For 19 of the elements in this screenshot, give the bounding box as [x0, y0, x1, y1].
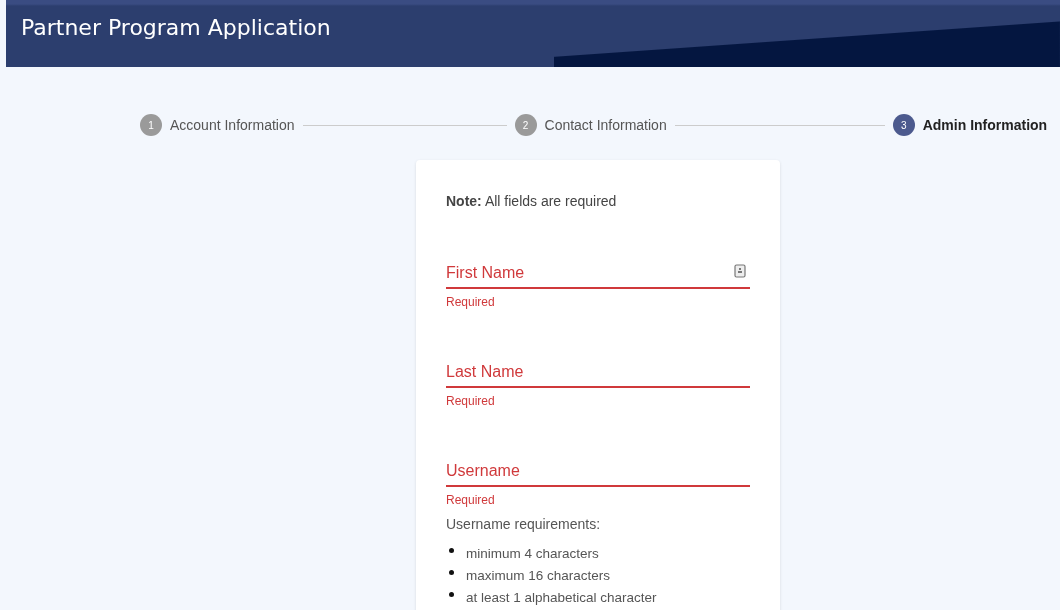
bullet-icon: [449, 547, 454, 553]
bullet-icon: [449, 569, 454, 575]
requirement-text: at least 1 alphabetical character: [466, 589, 657, 605]
step-label[interactable]: Contact Information: [544, 117, 667, 133]
step-label[interactable]: Account Information: [170, 117, 295, 133]
bullet-icon: [449, 591, 454, 597]
page-title: Partner Program Application: [21, 15, 331, 40]
error-message: Required: [446, 493, 496, 507]
input-field[interactable]: Last Name: [446, 357, 750, 388]
step-number[interactable]: 3: [892, 114, 915, 136]
requirement-text: minimum 4 characters: [466, 545, 599, 561]
input-field[interactable]: Username: [446, 456, 750, 487]
note-text: Note: All fields are required: [446, 193, 618, 209]
contact-card-icon[interactable]: [734, 264, 746, 278]
error-message: Required: [446, 295, 496, 309]
requirement-text: maximum 16 characters: [466, 567, 611, 583]
error-message: Required: [446, 394, 496, 408]
step-label[interactable]: Admin Information: [922, 117, 1048, 133]
requirements-heading: Username requirements:: [446, 516, 602, 532]
